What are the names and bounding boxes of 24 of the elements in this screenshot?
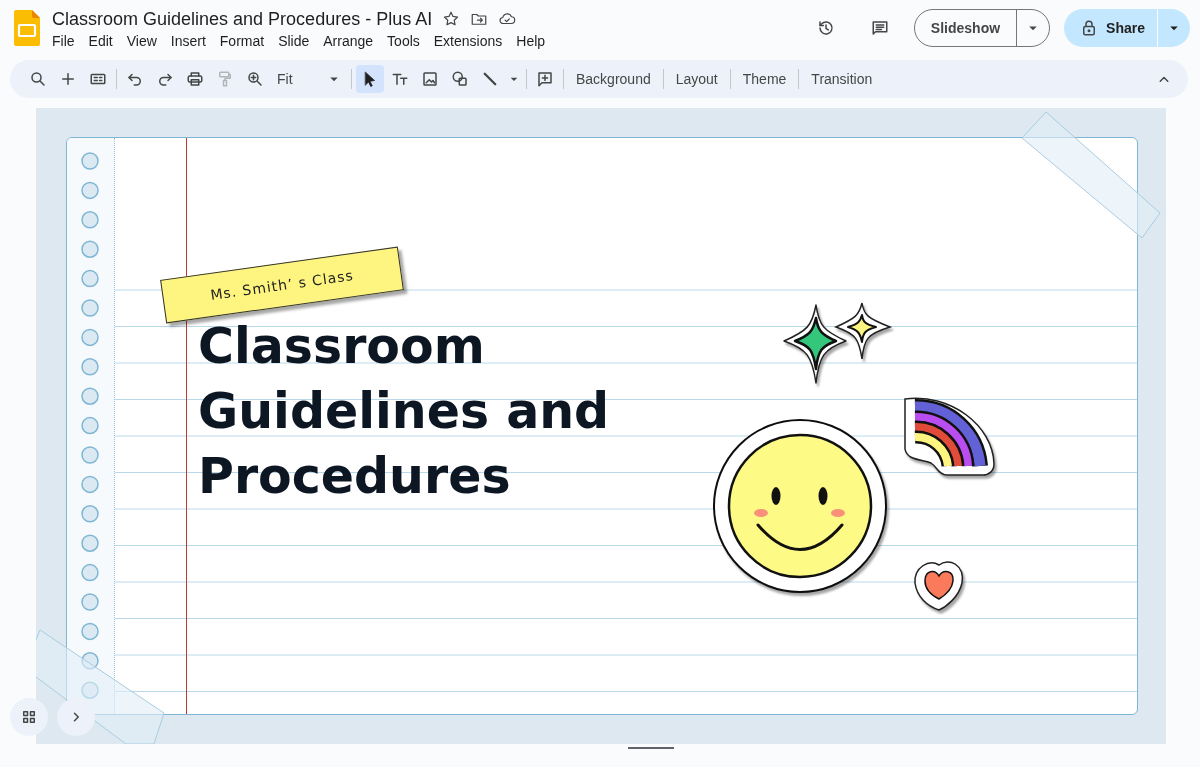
zoom-dropdown[interactable]: Fit xyxy=(271,65,347,93)
toolbar-menu-button[interactable]: Layout xyxy=(667,67,726,91)
menu-item[interactable]: Format xyxy=(212,31,272,50)
menu-item[interactable]: Arrange xyxy=(316,31,381,50)
toolbar-menu-button[interactable]: Background xyxy=(568,67,659,91)
document-title[interactable]: Classroom Guidelines and Procedures - Plus AI xyxy=(52,8,433,30)
grid-view-icon[interactable] xyxy=(10,698,48,736)
slide-canvas[interactable]: Ms. Smith’ s Class Classroom Guidelines and Procedures xyxy=(66,137,1138,715)
menu-item[interactable]: Help xyxy=(509,31,553,50)
toolbar-menu-button[interactable]: Theme xyxy=(734,67,795,91)
menu-item[interactable]: Extensions xyxy=(426,31,510,50)
menu-item[interactable]: View xyxy=(119,31,164,50)
toolbar-menu-button[interactable]: Transition xyxy=(803,67,881,91)
heart-sticker-icon[interactable] xyxy=(913,559,965,612)
share-button[interactable]: Share xyxy=(1064,9,1190,47)
menu-item[interactable]: Slide xyxy=(271,31,317,50)
menu-item[interactable]: Tools xyxy=(380,31,427,50)
class-name-label[interactable]: Ms. Smith’ s Class xyxy=(160,246,404,324)
menu-item[interactable]: Insert xyxy=(163,31,213,50)
menu-item[interactable]: Edit xyxy=(81,31,120,50)
resize-handle[interactable] xyxy=(628,747,674,749)
slides-logo-icon[interactable] xyxy=(14,10,40,46)
menu-item[interactable]: File xyxy=(45,31,82,50)
star-icon[interactable] xyxy=(442,10,461,28)
